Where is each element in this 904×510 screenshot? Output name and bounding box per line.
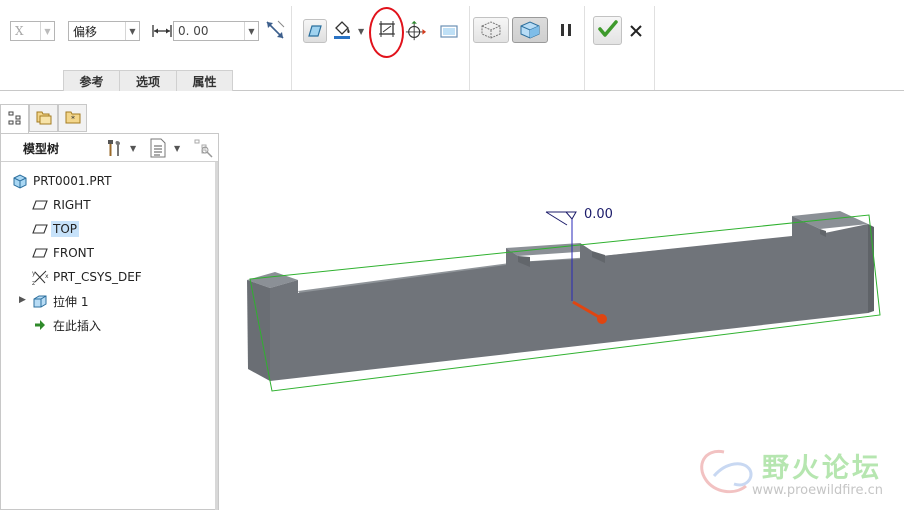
model-tree-header: 模型树 ▼ ▼ xyxy=(1,134,218,162)
navigator-panel: 模型树 ▼ ▼ PRT0001.PRT RIGHT TOP FRONT y x … xyxy=(0,133,219,510)
watermark-text: 野火论坛 xyxy=(762,453,882,484)
chevron-down-icon[interactable]: ▼ xyxy=(358,27,364,36)
pause-icon[interactable] xyxy=(555,19,577,41)
highlight-circle xyxy=(369,7,404,58)
checkmark-icon xyxy=(597,20,618,41)
csys-crosshair-icon[interactable] xyxy=(405,20,427,42)
wireframe-preview-icon xyxy=(479,19,503,42)
tree-item-front[interactable]: FRONT xyxy=(31,243,94,263)
direction-select[interactable]: X ▼ xyxy=(10,21,55,41)
tree-item-top[interactable]: TOP xyxy=(31,219,80,239)
flip-direction-icon[interactable] xyxy=(264,19,286,41)
tree-item-right[interactable]: RIGHT xyxy=(31,195,91,215)
display-icon[interactable] xyxy=(438,20,460,42)
tree-icon xyxy=(7,110,23,129)
tab-favorites[interactable]: * xyxy=(58,104,87,132)
chevron-down-icon[interactable]: ▼ xyxy=(174,144,180,153)
model-tree-title: 模型树 xyxy=(23,142,60,156)
datum-plane-icon xyxy=(31,221,49,237)
tree-item-csys[interactable]: yxz PRT_CSYS_DEF xyxy=(31,267,142,287)
tab-options[interactable]: 选项 xyxy=(120,70,177,91)
tab-model-tree[interactable] xyxy=(0,104,29,134)
tab-references[interactable]: 参考 xyxy=(63,70,120,91)
navigator-tabs: * xyxy=(0,104,87,134)
datum-plane-icon xyxy=(31,245,49,261)
tree-item-extrude[interactable]: 拉伸 1 xyxy=(31,291,88,311)
offset-value-input[interactable]: 0. 00 ▼ xyxy=(173,21,259,41)
shaded-preview-icon xyxy=(518,19,542,42)
svg-text:*: * xyxy=(71,114,75,123)
csys-icon: y x z xyxy=(31,269,49,286)
tree-item-part[interactable]: PRT0001.PRT xyxy=(11,171,111,191)
paint-bucket-icon[interactable] xyxy=(331,18,353,40)
dimension-value[interactable]: 0.00 xyxy=(584,207,613,222)
tree-item-insert-here[interactable]: 在此插入 xyxy=(31,315,101,335)
tab-folder-browser[interactable] xyxy=(29,104,58,132)
svg-text:x: x xyxy=(45,273,49,280)
ok-button[interactable] xyxy=(593,16,622,45)
folders-icon xyxy=(35,108,53,129)
chevron-down-icon[interactable]: ▼ xyxy=(130,144,136,153)
chevron-down-icon: ▼ xyxy=(40,22,54,40)
filter-tree-icon[interactable] xyxy=(193,138,213,161)
svg-text:z: z xyxy=(32,280,35,286)
chevron-down-icon: ▼ xyxy=(244,22,258,40)
chevron-down-icon: ▼ xyxy=(125,22,139,40)
cancel-icon[interactable] xyxy=(625,20,647,42)
tab-properties[interactable]: 属性 xyxy=(177,70,233,91)
offset-type-select[interactable]: 偏移 ▼ xyxy=(68,21,140,41)
show-list-icon[interactable] xyxy=(149,138,167,161)
no-preview-button[interactable] xyxy=(473,17,509,43)
svg-text:y: y xyxy=(32,270,36,277)
part-icon xyxy=(11,173,29,189)
settings-tools-icon[interactable] xyxy=(105,138,125,161)
extruded-part xyxy=(247,211,874,381)
dashboard-tabs: 参考 选项 属性 xyxy=(63,70,233,91)
watermark-url: www.proewildfire.cn xyxy=(752,483,883,498)
watermark-logo xyxy=(694,446,754,503)
expand-arrow-icon[interactable]: ▶ xyxy=(19,295,26,305)
feature-dashboard: X ▼ 偏移 ▼ 0. 00 ▼ ▼ 参考 选项 属性 xyxy=(0,0,904,91)
verify-preview-button[interactable] xyxy=(512,17,548,43)
favorites-icon: * xyxy=(64,108,82,129)
surface-icon[interactable] xyxy=(303,19,327,43)
insert-here-icon xyxy=(31,317,49,333)
datum-plane-icon xyxy=(31,197,49,213)
extrude-icon xyxy=(31,293,49,309)
offset-distance-icon xyxy=(151,20,173,42)
